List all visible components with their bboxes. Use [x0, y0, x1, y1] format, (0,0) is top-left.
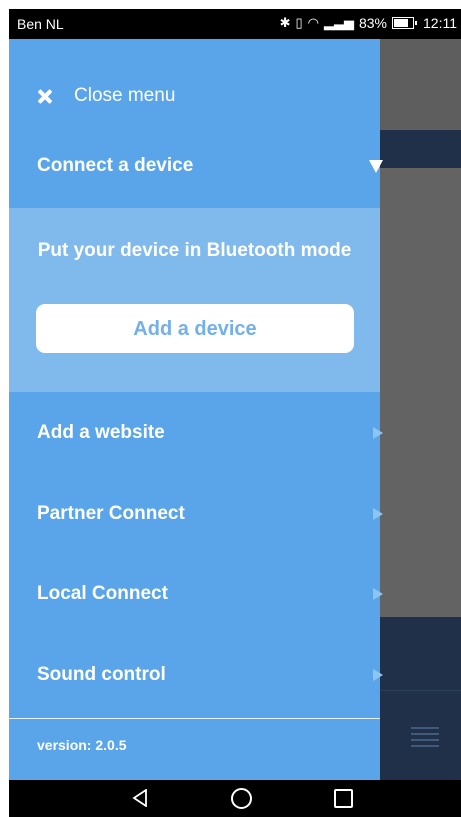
navigation-bar: [9, 780, 461, 817]
bluetooth-instruction: Put your device in Bluetooth mode: [37, 240, 352, 261]
bluetooth-icon: ✱: [279, 15, 291, 30]
add-device-button[interactable]: Add a device: [36, 304, 354, 353]
version-label: version: 2.0.5: [37, 737, 127, 753]
bluetooth-panel: Put your device in Bluetooth mode Add a …: [9, 208, 380, 392]
clock: 12:11: [423, 15, 457, 31]
list-icon[interactable]: [411, 727, 439, 749]
menu-item-label: Sound control: [37, 664, 166, 685]
menu-item-label: Partner Connect: [37, 503, 185, 524]
menu-item-local-connect[interactable]: Local Connect: [9, 574, 408, 614]
status-icons: ✱ ▯ ◠ ▂▃▅ 83% 12:11: [280, 15, 457, 31]
chevron-right-icon: [373, 427, 383, 439]
chevron-right-icon: [373, 669, 383, 681]
menu-item-partner-connect[interactable]: Partner Connect: [9, 494, 408, 534]
back-icon[interactable]: [131, 789, 149, 807]
connect-device-label: Connect a device: [37, 155, 194, 176]
menu-item-sound-control[interactable]: Sound control: [9, 655, 408, 695]
menu-item-label: Local Connect: [37, 583, 168, 604]
home-icon[interactable]: [231, 788, 252, 809]
close-menu-button[interactable]: Close menu: [9, 76, 408, 116]
connect-device-toggle[interactable]: Connect a device: [9, 146, 408, 186]
chevron-down-icon: [369, 160, 383, 173]
chevron-right-icon: [373, 588, 383, 600]
battery-icon: [392, 17, 417, 29]
status-bar: Ben NL ✱ ▯ ◠ ▂▃▅ 83% 12:11: [9, 9, 461, 39]
carrier-name: Ben NL: [17, 16, 64, 32]
menu-item-label: Add a website: [37, 422, 165, 443]
signal-icon: ▂▃▅: [323, 15, 354, 30]
close-menu-label: Close menu: [74, 85, 176, 106]
menu-item-add-website[interactable]: Add a website: [9, 413, 408, 453]
chevron-right-icon: [373, 508, 383, 520]
side-drawer: Close menu Connect a device Put your dev…: [9, 39, 383, 780]
recent-apps-icon[interactable]: [334, 789, 353, 808]
vibrate-icon: ▯: [295, 15, 303, 30]
phone-screen: Ben NL ✱ ▯ ◠ ▂▃▅ 83% 12:11 Close menu Co…: [9, 9, 461, 817]
close-icon: [37, 89, 52, 104]
battery-percent: 83%: [358, 15, 387, 31]
wifi-icon: ◠: [307, 15, 319, 30]
divider: [9, 718, 380, 719]
